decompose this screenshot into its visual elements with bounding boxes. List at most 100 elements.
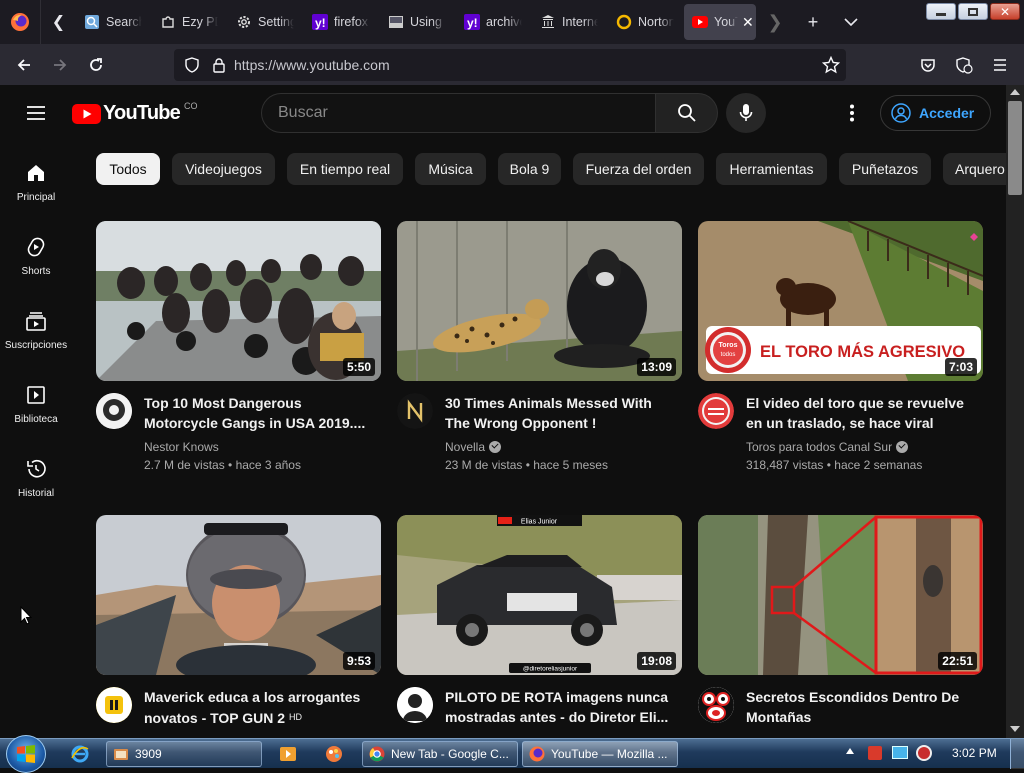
show-desktop-button[interactable] (1010, 739, 1024, 769)
sign-in-button[interactable]: Acceder (880, 95, 991, 131)
channel-name[interactable]: Nestor Knows (144, 438, 219, 456)
lock-icon[interactable] (212, 57, 226, 73)
settings-menu-button[interactable] (840, 101, 864, 125)
minimize-window-button[interactable] (926, 3, 956, 20)
search-button[interactable] (655, 93, 718, 133)
chip-videojuegos[interactable]: Videojuegos (172, 153, 275, 185)
tabs-scroll-left-button[interactable]: ❮ (40, 0, 76, 44)
channel-avatar[interactable] (96, 687, 132, 723)
video-title[interactable]: Secretos Escondidos Dentro De Montañas (746, 687, 976, 727)
task-label: 3909 (135, 747, 162, 761)
guide-menu-button[interactable] (20, 101, 52, 125)
video-title[interactable]: Top 10 Most Dangerous Motorcycle Gangs i… (144, 393, 374, 433)
search-icon (677, 104, 696, 122)
taskbar-task-3909[interactable]: 3909 (106, 741, 262, 767)
taskbar-task-firefox[interactable]: YouTube — Mozilla ... (522, 741, 678, 767)
norton-icon (616, 14, 632, 30)
video-thumbnail[interactable]: 22:51 (698, 515, 983, 675)
taskbar-media-player-button[interactable] (268, 742, 308, 766)
tab-youtube[interactable]: YouTube ✕ (684, 4, 756, 40)
taskbar-ie-button[interactable] (60, 742, 100, 766)
tracking-protection-icon[interactable] (184, 57, 200, 73)
arrow-right-icon (54, 58, 67, 71)
avatar-image (397, 687, 433, 723)
guide-item-shorts[interactable]: Shorts (0, 228, 72, 302)
guide-item-historial[interactable]: Historial (0, 450, 72, 524)
new-tab-button[interactable]: + (794, 0, 832, 44)
app-menu-button[interactable] (982, 49, 1018, 81)
channel-avatar[interactable] (96, 393, 132, 429)
bookmark-star-icon[interactable] (822, 56, 840, 74)
chip-punetazos[interactable]: Puñetazos (839, 153, 931, 185)
scrollbar-thumb[interactable] (1008, 101, 1022, 195)
channel-name[interactable]: Novella (445, 438, 502, 456)
video-title[interactable]: PILOTO DE ROTA imagens nunca mostradas a… (445, 687, 675, 727)
chip-en-tiempo-real[interactable]: En tiempo real (287, 153, 403, 185)
close-tab-icon[interactable]: ✕ (742, 14, 754, 31)
video-title[interactable]: Maverick educa a los arrogantes novatos … (144, 687, 374, 728)
video-thumbnail[interactable]: 13:09 (397, 221, 682, 381)
tab-archive[interactable]: y! archive (456, 4, 532, 40)
video-thumbnail[interactable]: Elias Junior @diretoreliasjunior 19:08 (397, 515, 682, 675)
chip-musica[interactable]: Música (415, 153, 486, 185)
guide-item-label: Historial (17, 488, 55, 499)
chip-herramientas[interactable]: Herramientas (716, 153, 827, 185)
video-thumbnail[interactable]: 5:50 (96, 221, 381, 381)
scroll-down-arrow-icon[interactable] (1010, 726, 1020, 732)
taskbar-clock[interactable]: 3:02 PM (952, 746, 997, 760)
tab-ezy-pdf[interactable]: Ezy PDF (152, 4, 228, 40)
close-window-button[interactable]: ✕ (990, 3, 1020, 20)
show-hidden-icons-icon[interactable] (846, 748, 854, 754)
voice-search-button[interactable] (726, 93, 766, 133)
taskbar-paint-button[interactable] (314, 742, 354, 766)
url-text: https://www.youtube.com (234, 57, 390, 73)
guide-item-biblioteca[interactable]: Biblioteca (0, 376, 72, 450)
video-duration: 19:08 (637, 652, 676, 670)
back-button[interactable] (6, 49, 42, 81)
scroll-up-arrow-icon[interactable] (1010, 89, 1020, 95)
taskbar-task-chrome[interactable]: New Tab - Google C... (362, 741, 518, 767)
paint-icon (326, 746, 342, 762)
tray-volume-icon[interactable] (916, 745, 932, 761)
reload-button[interactable] (78, 49, 114, 81)
restore-window-button[interactable] (958, 3, 988, 20)
list-all-tabs-button[interactable] (832, 0, 870, 44)
extension-button[interactable] (946, 49, 982, 81)
tab-search[interactable]: Search (76, 4, 152, 40)
video-title[interactable]: 30 Times Animals Messed With The Wrong O… (445, 393, 675, 433)
video-thumbnail[interactable]: Toros todos EL TORO MÁS AGRESIVO 7:03 (698, 221, 983, 381)
channel-name[interactable]: Toros para todos Canal Sur (746, 438, 909, 456)
chip-bola-9[interactable]: Bola 9 (498, 153, 561, 185)
video-title[interactable]: El video del toro que se revuelve en un … (746, 393, 976, 433)
page-icon (388, 14, 404, 30)
forward-button[interactable] (42, 49, 78, 81)
task-label: YouTube — Mozilla ... (551, 747, 668, 761)
channel-avatar[interactable] (397, 393, 433, 429)
guide-item-suscripciones[interactable]: Suscripciones (0, 302, 72, 376)
tab-settings[interactable]: Settings (228, 4, 304, 40)
channel-avatar[interactable] (397, 687, 433, 723)
tab-using[interactable]: Using (380, 4, 456, 40)
tab-norton[interactable]: Norton (608, 4, 684, 40)
chip-todos[interactable]: Todos (96, 153, 160, 185)
tabs-scroll-right-button[interactable]: ❯ (756, 0, 794, 44)
url-bar[interactable]: https://www.youtube.com (174, 49, 846, 81)
video-duration: 22:51 (938, 652, 977, 670)
chip-arquero[interactable]: Arquero (943, 153, 1006, 185)
video-thumbnail[interactable]: 9:53 (96, 515, 381, 675)
tab-internet[interactable]: Internet (532, 4, 608, 40)
page-scrollbar[interactable] (1006, 85, 1024, 738)
tray-flag-icon[interactable] (868, 746, 882, 760)
chip-fuerza-del-orden[interactable]: Fuerza del orden (573, 153, 704, 185)
channel-avatar[interactable] (698, 687, 734, 723)
search-input[interactable]: Buscar (261, 93, 655, 133)
pocket-button[interactable] (910, 49, 946, 81)
windows-taskbar: 3909 New Tab - Google C... YouTube — Moz… (0, 735, 1024, 773)
start-button[interactable] (6, 735, 46, 773)
youtube-logo[interactable]: YouTube CO (72, 101, 197, 125)
channel-avatar[interactable] (698, 393, 734, 429)
firefox-menu-button[interactable] (0, 0, 40, 44)
tray-network-icon[interactable] (892, 746, 908, 759)
tab-firefox[interactable]: y! firefox (304, 4, 380, 40)
guide-item-principal[interactable]: Principal (0, 154, 72, 228)
